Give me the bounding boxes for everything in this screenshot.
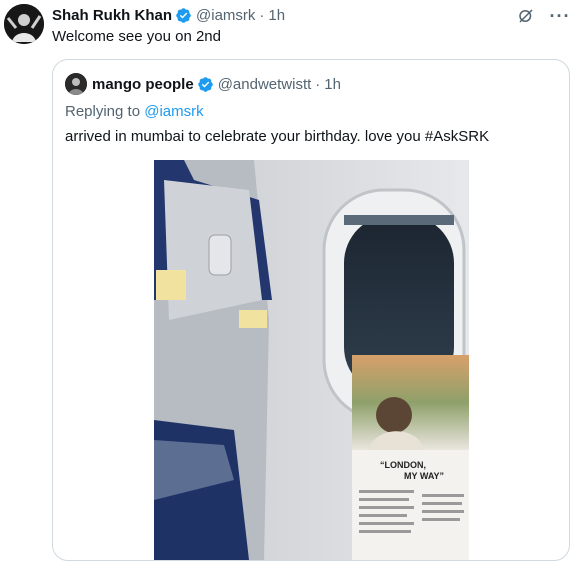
tweet-time[interactable]: 1h	[268, 7, 285, 24]
quoted-time[interactable]: 1h	[324, 76, 341, 93]
quoted-author-name[interactable]: mango people	[92, 76, 194, 93]
author-handle[interactable]: @iamsrk	[196, 7, 255, 24]
verified-badge-icon	[197, 76, 214, 93]
replying-to: Replying to @iamsrk	[65, 103, 204, 120]
quoted-media-photo[interactable]: “LONDON, MY WAY”	[154, 160, 469, 560]
tweet-text: Welcome see you on 2nd	[52, 28, 221, 45]
more-icon[interactable]: ···	[550, 6, 570, 26]
separator-dot: ·	[259, 6, 265, 24]
magazine-headline-1: “LONDON,	[380, 460, 426, 470]
quoted-avatar	[65, 73, 87, 95]
quoted-author-handle[interactable]: @andwetwistt	[218, 76, 312, 93]
author-name[interactable]: Shah Rukh Khan	[52, 7, 172, 24]
quoted-header: mango people @andwetwistt · 1h	[65, 73, 341, 95]
grok-icon[interactable]	[516, 6, 536, 26]
replying-prefix: Replying to	[65, 103, 141, 120]
quoted-text: arrived in mumbai to celebrate your birt…	[65, 128, 490, 145]
replying-handle[interactable]: @iamsrk	[144, 103, 203, 120]
tweet-header: Shah Rukh Khan @iamsrk · 1h	[52, 5, 285, 25]
separator-dot: ·	[315, 75, 321, 93]
quoted-tweet[interactable]: mango people @andwetwistt · 1h Replying …	[52, 59, 570, 561]
verified-badge-icon	[175, 7, 192, 24]
author-avatar[interactable]	[4, 4, 44, 44]
magazine-headline-2: MY WAY”	[404, 471, 444, 481]
tweet-actions-top: ···	[516, 6, 570, 26]
